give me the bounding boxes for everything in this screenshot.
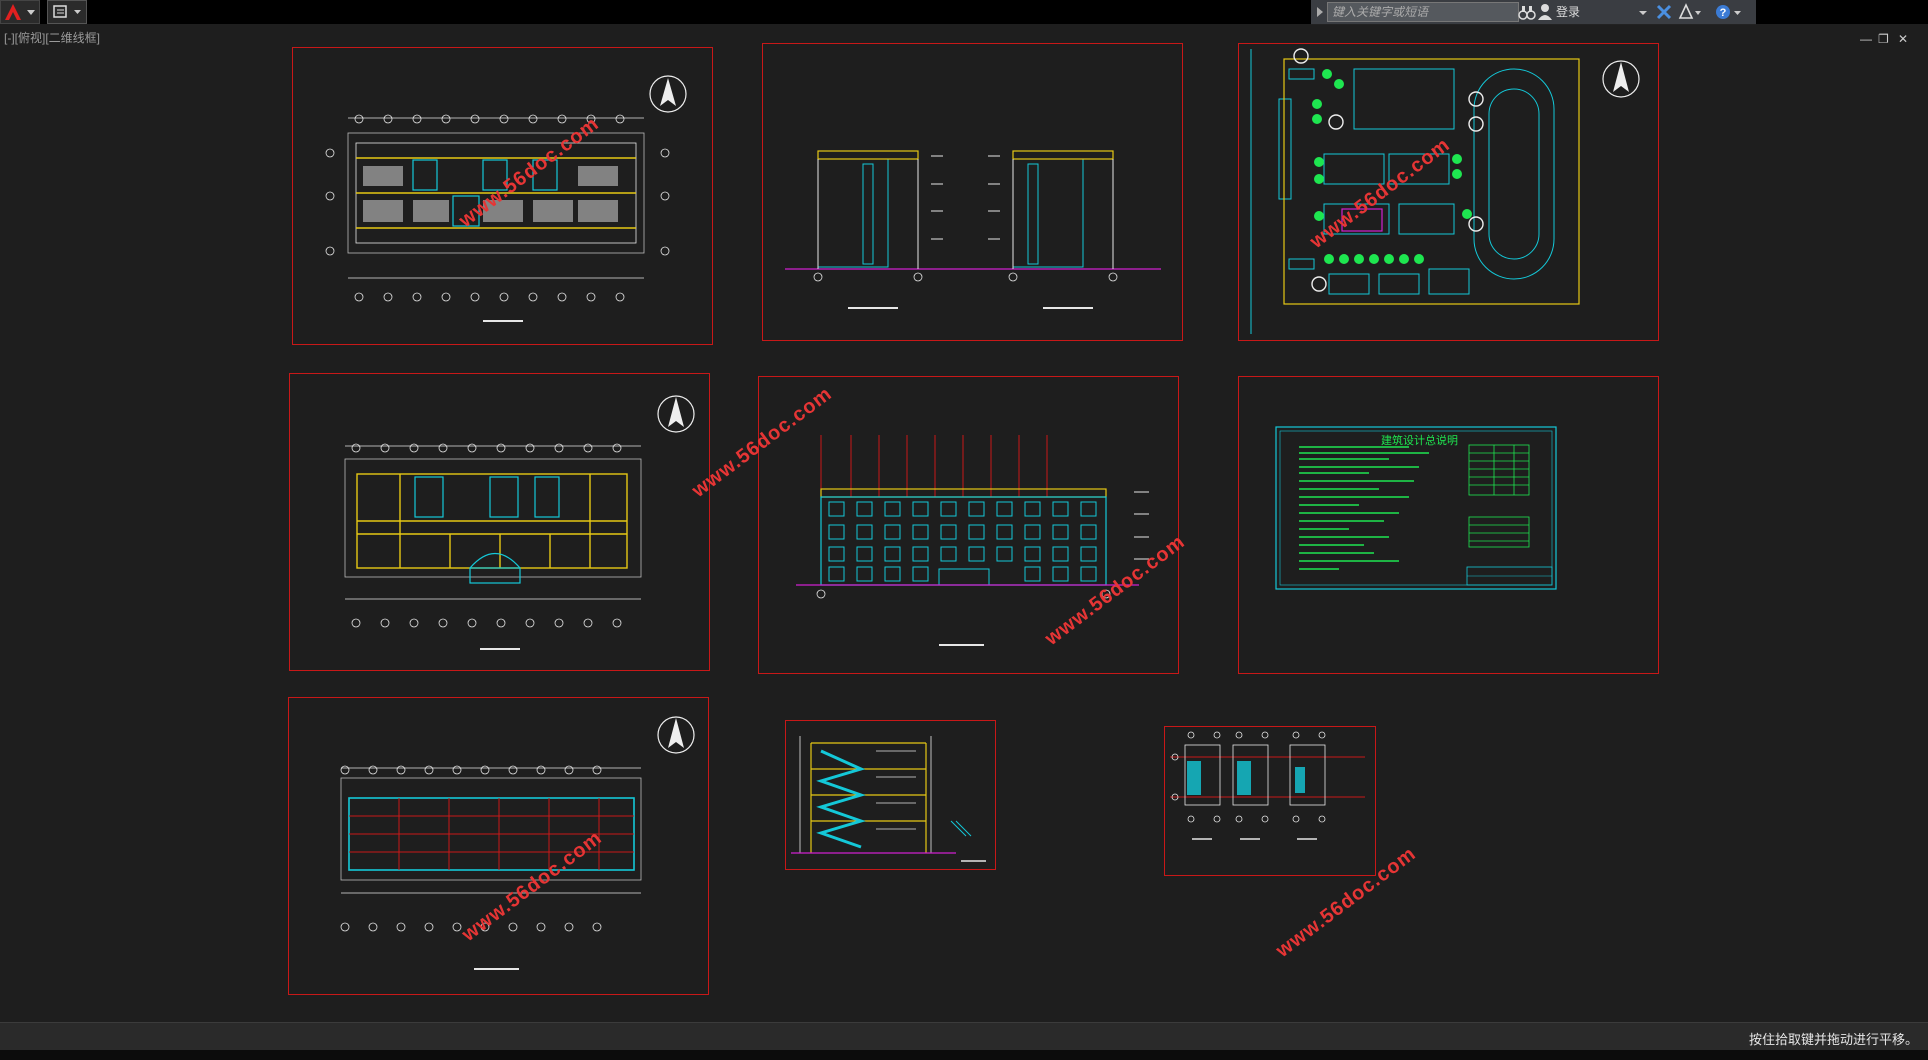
a360-icon[interactable] [1677, 2, 1703, 22]
quick-access-workspace-button[interactable] [47, 0, 87, 24]
bottom-strip [0, 1050, 1928, 1060]
svg-text:?: ? [1720, 7, 1727, 19]
sheet-stair-details[interactable] [1164, 726, 1376, 876]
user-icon [1538, 4, 1552, 20]
side-elevations-drawing [785, 150, 1161, 309]
minimize-icon[interactable]: — [1860, 32, 1872, 46]
front-elevation-drawing [796, 435, 1149, 646]
collapse-arrow-icon[interactable] [1313, 0, 1327, 24]
help-icon[interactable]: ? [1714, 2, 1744, 22]
chevron-down-icon[interactable] [1637, 2, 1649, 22]
roof-plan-drawing [340, 716, 695, 970]
search-input[interactable]: 键入关键字或短语 [1327, 2, 1519, 22]
sheet-side-elevations[interactable] [762, 43, 1183, 341]
sheet-section[interactable] [785, 720, 996, 870]
ground-floor-plan-drawing [344, 395, 695, 650]
sheet-floor-plan-ground[interactable] [289, 373, 710, 671]
viewport-controls-label[interactable]: [-][俯视][二维线框] [4, 29, 100, 46]
status-message: 按住拾取键并拖动进行平移。 [1748, 1032, 1918, 1047]
exchange-x-icon[interactable] [1655, 2, 1673, 22]
sheet-roof-plan[interactable] [288, 697, 709, 995]
north-arrow-icon [657, 395, 695, 433]
sheet-front-elevation[interactable] [758, 376, 1179, 674]
autocad-logo-icon [5, 4, 35, 20]
general-notes-title: 建筑设计总说明 [1381, 434, 1458, 447]
title-toolbar: 键入关键字或短语 登录 ? [0, 0, 1928, 25]
login-button[interactable]: 登录 [1556, 3, 1580, 20]
north-arrow-icon [649, 75, 687, 113]
close-icon[interactable]: ✕ [1898, 32, 1908, 46]
sheet-general-notes[interactable]: 建筑设计总说明 [1238, 376, 1659, 674]
workspace-icon [53, 5, 81, 18]
section-drawing [791, 736, 986, 862]
north-arrow-icon [657, 716, 695, 754]
sheet-site-plan[interactable] [1238, 43, 1659, 341]
site-plan-drawing [1250, 48, 1640, 334]
search-binoculars-icon[interactable] [1518, 2, 1536, 22]
status-bar: 按住拾取键并拖动进行平移。 [0, 1022, 1928, 1051]
north-arrow-icon [1602, 60, 1640, 98]
application-menu-button[interactable] [0, 0, 40, 24]
info-center: 键入关键字或短语 登录 ? [1311, 0, 1756, 25]
restore-icon[interactable]: ❐ [1878, 32, 1889, 46]
stair-details-drawing [1170, 731, 1365, 840]
general-notes-drawing [1275, 426, 1557, 590]
